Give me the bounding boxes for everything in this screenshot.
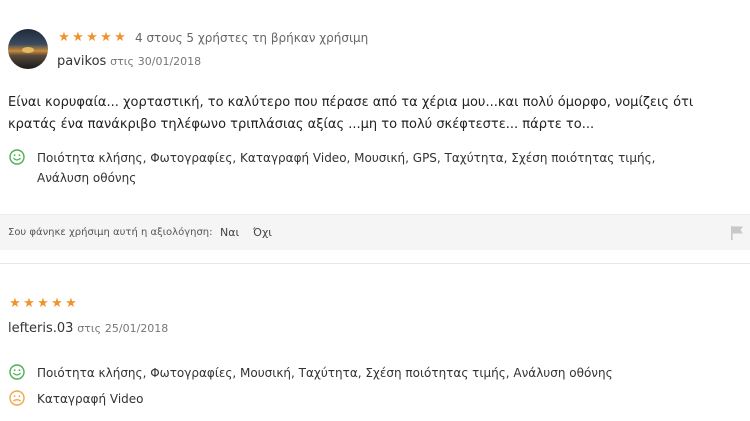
date-prefix: στις — [77, 322, 102, 335]
pros-line: Ποιότητα κλήσης, Φωτογραφίες, Καταγραφή … — [37, 151, 656, 165]
author-line: lefteris.03 στις 25/01/2018 — [8, 321, 168, 336]
author-name[interactable]: pavikos — [57, 54, 106, 69]
pros-list: Ποιότητα κλήσης, Φωτογραφίες, Μουσική, Τ… — [37, 366, 613, 380]
star-icon: ★ — [58, 30, 70, 45]
pros-list: Ποιότητα κλήσης, Φωτογραφίες, Καταγραφή … — [37, 148, 655, 188]
star-icon: ★ — [114, 30, 126, 45]
review-body: Είναι κορυφαία... χορταστική, το καλύτερ… — [8, 95, 694, 132]
star-icon: ★ — [37, 296, 49, 311]
report-flag-icon[interactable] — [730, 225, 744, 240]
avatar[interactable] — [8, 29, 48, 69]
review-date: 30/01/2018 — [137, 55, 202, 68]
neutral-smiley-icon — [9, 390, 25, 406]
review-card: ★ ★ ★ ★ ★ 4 στους 5 χρήστες τη βρήκαν χρήσιμ… — [0, 0, 750, 263]
positive-smiley-icon — [9, 149, 25, 165]
star-icon: ★ — [51, 296, 63, 311]
helpful-count: 4 στους 5 χρήστες τη βρήκαν χρήσιμη — [135, 31, 369, 45]
helpful-question: Σου φάνηκε χρήσιμη αυτή η αξιολόγηση: — [8, 227, 213, 238]
vote-yes-button[interactable]: Ναι — [220, 226, 239, 239]
star-icon: ★ — [100, 30, 112, 45]
helpful-vote-bar: Σου φάνηκε χρήσιμη αυτή η αξιολόγηση: Να… — [0, 214, 750, 250]
star-icon: ★ — [9, 296, 21, 311]
vote-no-button[interactable]: Όχι — [253, 226, 272, 239]
date-prefix: στις — [110, 55, 134, 68]
star-icon: ★ — [65, 296, 77, 311]
star-icon: ★ — [23, 296, 35, 311]
author-name[interactable]: lefteris.03 — [8, 321, 73, 336]
star-icon: ★ — [86, 30, 98, 45]
author-line: pavikos στις 30/01/2018 — [57, 54, 201, 69]
neutral-list: Καταγραφή Video — [37, 392, 144, 406]
rating-stars: ★ ★ ★ ★ ★ — [57, 31, 127, 45]
rating-stars: ★ ★ ★ ★ ★ — [8, 297, 78, 311]
pros-line: Ανάλυση οθόνης — [37, 171, 137, 185]
review-card: ★ ★ ★ ★ ★ lefteris.03 στις 25/01/2018 Ποιότη… — [0, 263, 750, 421]
star-icon: ★ — [72, 30, 84, 45]
positive-smiley-icon — [9, 364, 25, 380]
review-date: 25/01/2018 — [104, 322, 169, 335]
